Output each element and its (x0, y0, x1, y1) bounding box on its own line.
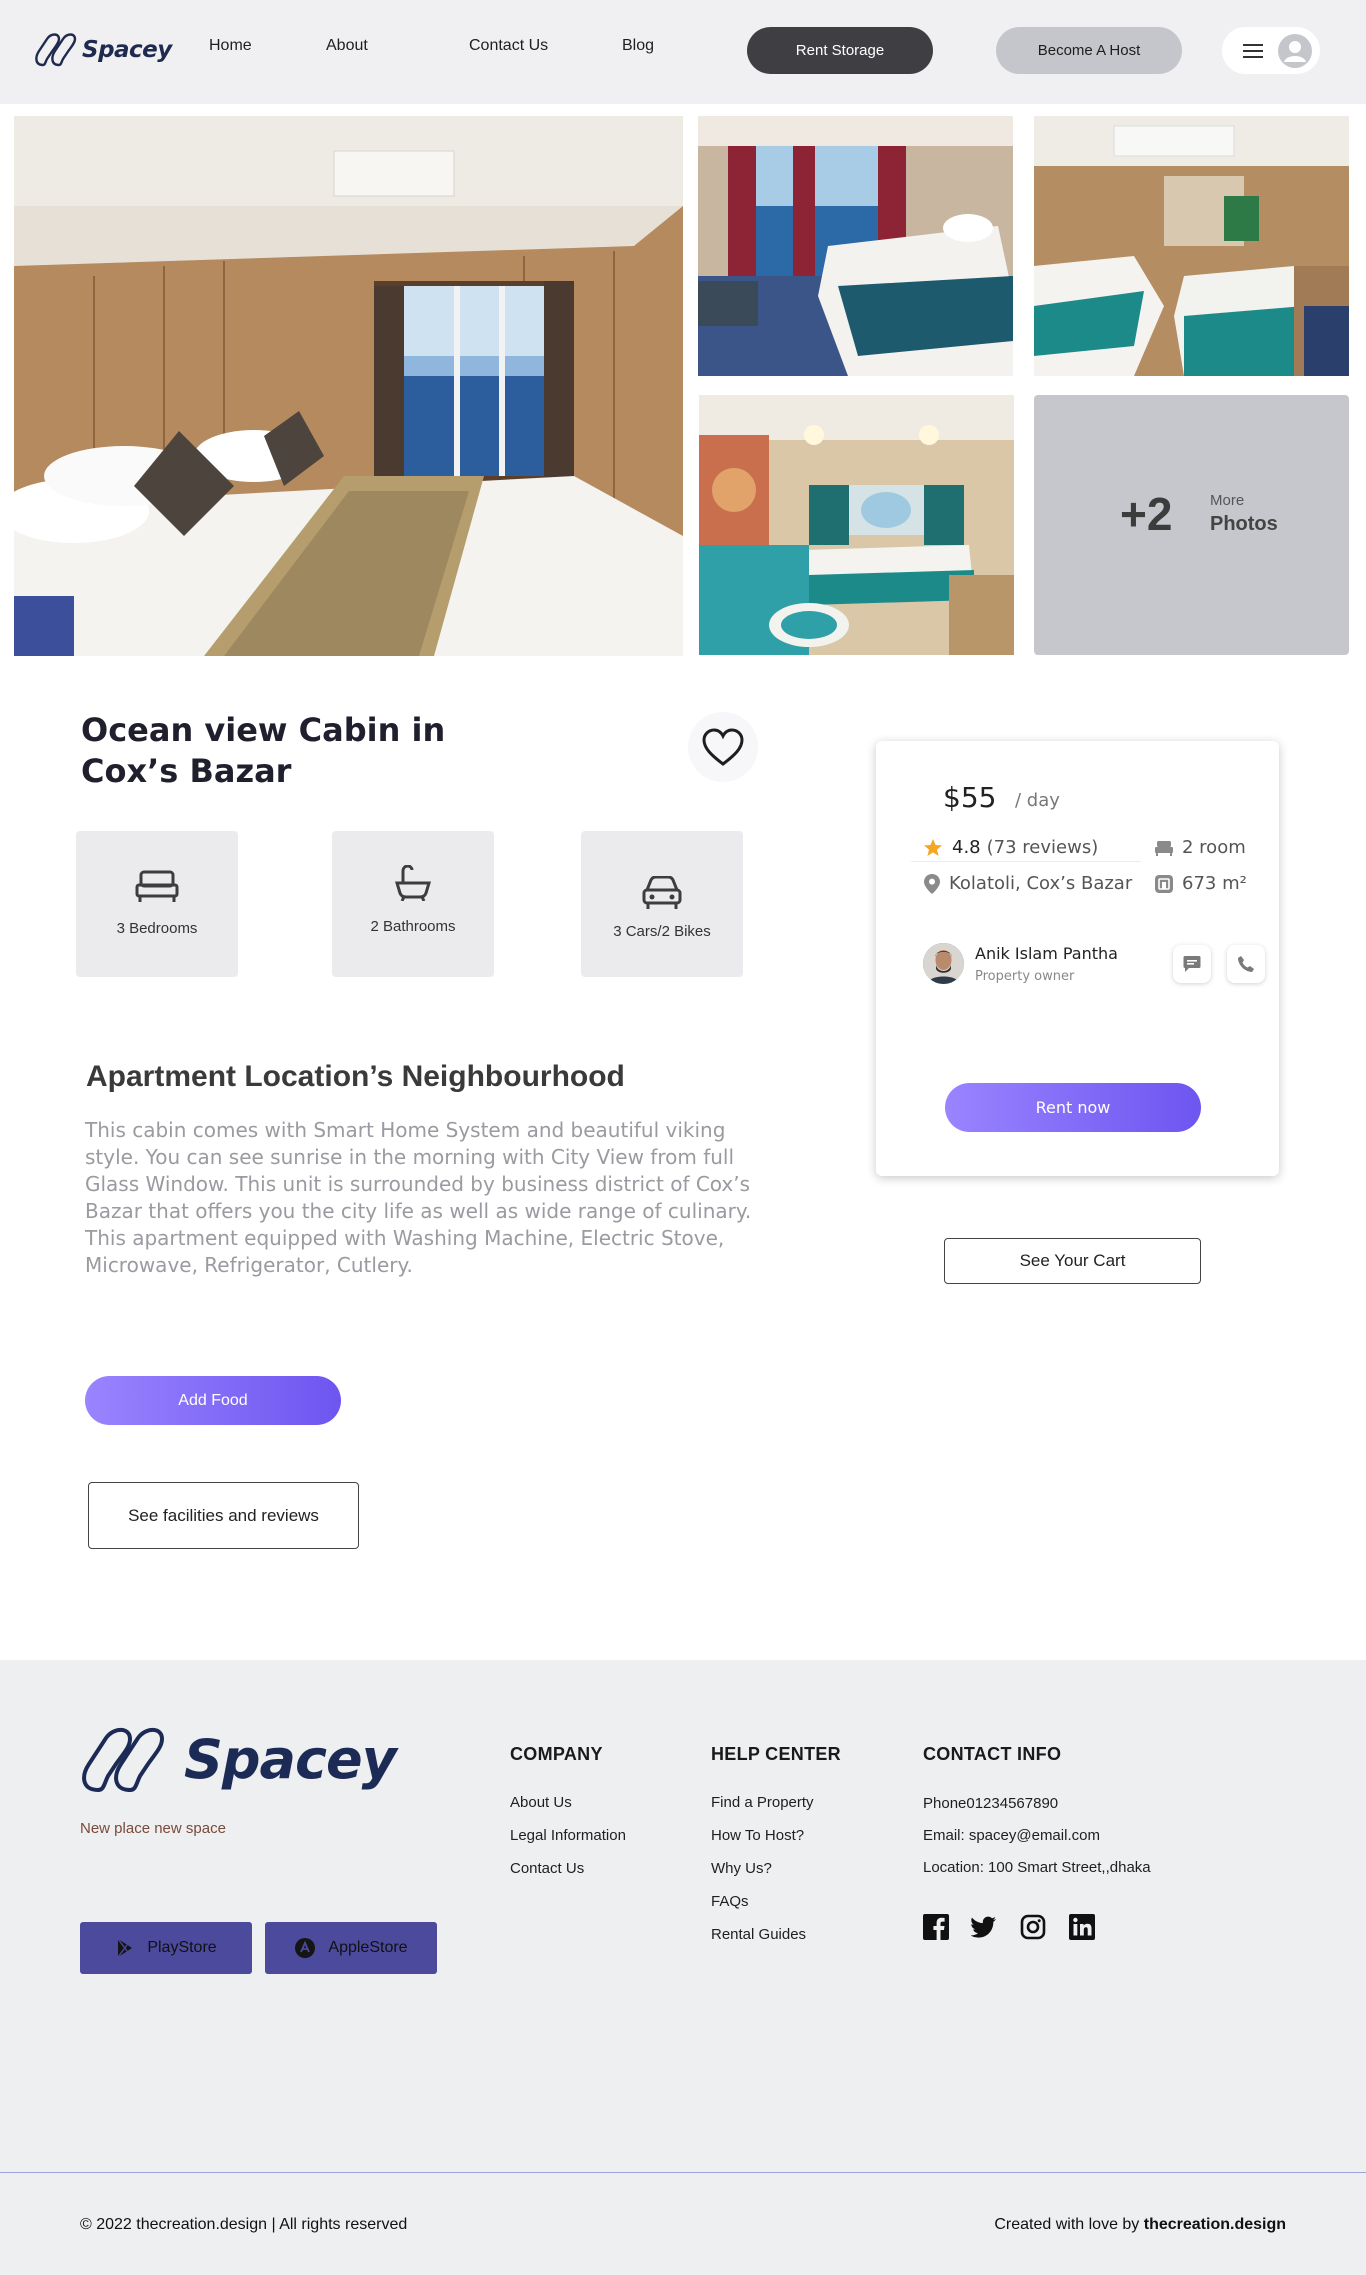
feature-parking: 3 Cars/2 Bikes (581, 831, 743, 977)
credit-text: Created with love by thecreation.design (994, 2216, 1286, 2234)
neighbourhood-heading: Apartment Location’s Neighbourhood (86, 1060, 625, 1093)
location-pin-icon (924, 873, 940, 894)
star-icon (924, 838, 942, 856)
rent-storage-button[interactable]: Rent Storage (747, 27, 933, 74)
footer-link-rental-guides[interactable]: Rental Guides (711, 1926, 806, 1943)
logo-mark-icon (82, 1727, 165, 1793)
footer-logo[interactable]: Spacey (78, 1724, 397, 1794)
applestore-button[interactable]: AppleStore (265, 1922, 437, 1974)
contact-location: Location: 100 Smart Street,,dhaka (923, 1859, 1151, 1876)
copyright-text: © 2022 thecreation.design | All rights r… (80, 2216, 408, 2233)
linkedin-icon[interactable] (1069, 1914, 1095, 1940)
user-avatar (1278, 34, 1312, 68)
nav-home[interactable]: Home (209, 37, 252, 55)
listing-description: This cabin comes with Smart Home System … (85, 1118, 752, 1277)
owner-name: Anik Islam Pantha (975, 944, 1118, 963)
rating-value: 4.8 (952, 837, 981, 858)
rooms-value: 2 room (1182, 837, 1246, 858)
contact-phone: Phone01234567890 (923, 1795, 1059, 1812)
account-menu-button[interactable] (1222, 27, 1320, 74)
area-value: 673 m² (1182, 873, 1247, 894)
bed-icon (135, 870, 179, 902)
play-store-icon (117, 1938, 133, 1958)
main-room-photo[interactable] (14, 116, 683, 656)
lounge-room-photo[interactable] (699, 395, 1014, 655)
footer-link-why-us[interactable]: Why Us? (711, 1860, 772, 1877)
footer-logo-text: Spacey (184, 1727, 397, 1791)
brand-logo[interactable]: Spacey (33, 31, 172, 69)
feature-label: 2 Bathrooms (370, 918, 456, 935)
become-host-button[interactable]: Become A Host (996, 27, 1182, 74)
chat-icon (1183, 956, 1201, 972)
menu-icon (1243, 44, 1263, 58)
footer-link-faqs[interactable]: FAQs (711, 1893, 749, 1910)
call-owner-button[interactable] (1227, 945, 1265, 983)
footer-link-about-us[interactable]: About Us (510, 1794, 572, 1811)
car-icon (642, 876, 682, 909)
price-value: $55 (943, 781, 997, 814)
more-photos-count: +2 (1120, 488, 1173, 540)
owner-avatar (923, 943, 964, 984)
apple-store-icon (295, 1938, 316, 1958)
listing-title: Ocean view Cabin in Cox’s Bazar (81, 711, 446, 790)
price-unit: / day (1015, 790, 1060, 811)
footer: Spacey New place new space PlayStore App… (0, 1660, 1366, 2275)
phone-icon (1238, 956, 1254, 972)
room-bed-icon (1155, 840, 1173, 856)
footer-link-legal-information[interactable]: Legal Information (510, 1827, 626, 1844)
area-icon (1155, 874, 1173, 893)
location-row: Kolatoli, Cox’s Bazar (924, 873, 1132, 894)
footer-link-how-to-host[interactable]: How To Host? (711, 1827, 804, 1844)
nav-about[interactable]: About (326, 37, 368, 55)
playstore-button[interactable]: PlayStore (80, 1922, 252, 1974)
booking-card: $55 / day 4.8 (73 reviews) 2 room Kolato… (876, 741, 1279, 1176)
footer-link-contact-us[interactable]: Contact Us (510, 1860, 584, 1877)
feature-label: 3 Cars/2 Bikes (613, 923, 711, 940)
balcony-room-photo[interactable] (698, 116, 1013, 376)
twitter-icon[interactable] (971, 1914, 997, 1940)
contact-info-heading: CONTACT INFO (923, 1744, 1062, 1764)
logo-mark-icon (35, 33, 77, 67)
card-divider (911, 861, 1141, 862)
favorite-button[interactable] (688, 712, 758, 782)
instagram-icon[interactable] (1020, 1914, 1046, 1940)
more-photos-label: More (1210, 492, 1245, 509)
feature-label: 3 Bedrooms (116, 920, 198, 937)
feature-bedrooms: 3 Bedrooms (76, 831, 238, 977)
user-icon (1284, 41, 1306, 62)
more-photos-sub: Photos (1210, 513, 1278, 535)
feature-bathrooms: 2 Bathrooms (332, 831, 494, 977)
playstore-label: PlayStore (147, 1939, 217, 1956)
nav-contact-us[interactable]: Contact Us (469, 37, 548, 55)
location-value: Kolatoli, Cox’s Bazar (949, 873, 1133, 894)
more-photos-tile[interactable]: +2 More Photos (1034, 395, 1349, 655)
nav-blog[interactable]: Blog (622, 37, 654, 55)
contact-email: Email: spacey@email.com (923, 1827, 1100, 1844)
footer-tagline: New place new space (80, 1820, 226, 1837)
review-count[interactable]: (73 reviews) (987, 837, 1099, 858)
twin-room-photo[interactable] (1034, 116, 1349, 376)
credit-brand-link[interactable]: thecreation.design (1144, 2216, 1286, 2233)
help-center-heading: HELP CENTER (711, 1744, 841, 1764)
rating-row: 4.8 (73 reviews) (923, 837, 1098, 858)
facilities-reviews-button[interactable]: See facilities and reviews (88, 1482, 359, 1549)
see-cart-button[interactable]: See Your Cart (944, 1238, 1201, 1284)
rooms-row: 2 room (1155, 837, 1246, 858)
credit-prefix: Created with love by (994, 2216, 1144, 2233)
company-heading: COMPANY (510, 1744, 603, 1764)
owner-role: Property owner (975, 969, 1075, 984)
logo-text: Spacey (82, 37, 172, 63)
heart-icon (702, 728, 744, 766)
footer-link-find-property[interactable]: Find a Property (711, 1794, 814, 1811)
top-navbar: Spacey Home About Contact Us Blog Rent S… (0, 0, 1366, 104)
area-row: 673 m² (1155, 873, 1247, 894)
add-food-button[interactable]: Add Food (85, 1376, 341, 1425)
footer-divider (0, 2172, 1366, 2173)
bathtub-icon (395, 865, 431, 901)
message-owner-button[interactable] (1173, 945, 1211, 983)
rent-now-button[interactable]: Rent now (945, 1083, 1201, 1132)
facebook-icon[interactable] (923, 1914, 949, 1940)
applestore-label: AppleStore (328, 1939, 408, 1956)
